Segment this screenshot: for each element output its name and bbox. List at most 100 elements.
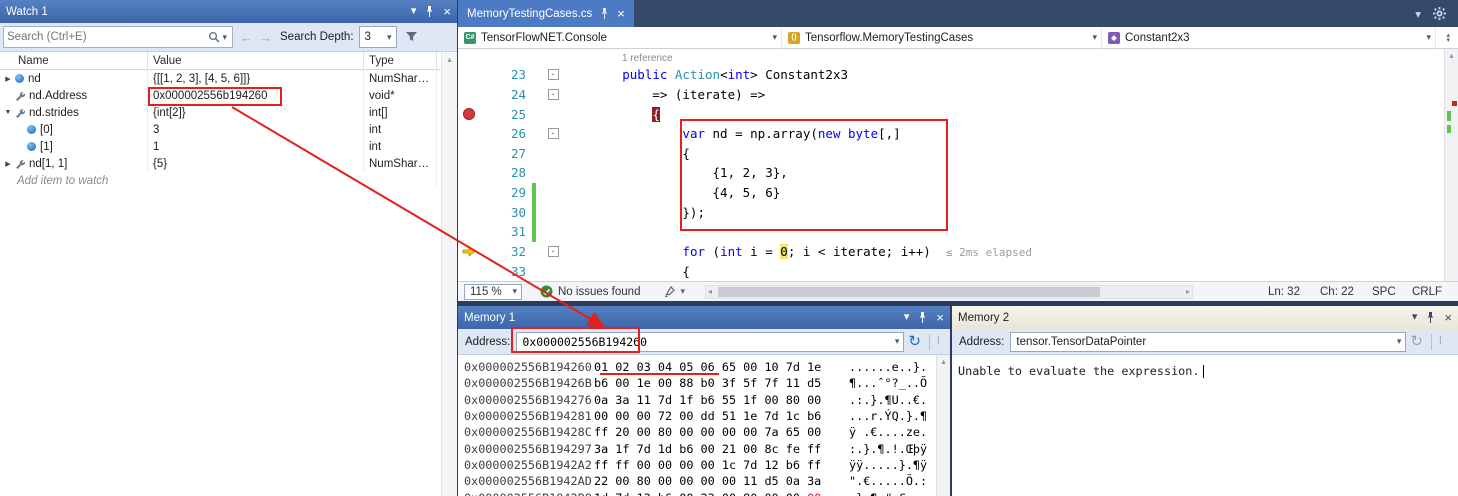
watch-value[interactable]: {int[2]} (148, 104, 364, 121)
member-dropdown[interactable]: ◆ Constant2x3 ▾ (1102, 27, 1436, 49)
search-input-wrap[interactable]: ▾ (3, 26, 233, 48)
scroll-up-icon[interactable]: ▴ (447, 55, 451, 64)
collapse-region-icon[interactable]: - (548, 128, 559, 139)
toolbar-options-icon[interactable]: ⁞ (934, 336, 943, 347)
watch-titlebar[interactable]: Watch 1 ▾ × (0, 0, 457, 23)
memory-row[interactable]: 0x000002556B1942760a 3a 11 7d 1f b6 55 1… (458, 392, 950, 408)
memory2-content[interactable]: Unable to evaluate the expression. (952, 355, 1458, 496)
search-depth-combo[interactable]: 3 ▾ (359, 26, 397, 48)
watch-add-row[interactable]: Add item to watch (0, 172, 457, 189)
watch-row[interactable]: ▶nd[1, 1]{5}NumShar… (0, 155, 457, 172)
close-icon[interactable]: × (443, 5, 451, 18)
memory1-titlebar[interactable]: Memory 1 ▾ × (458, 306, 950, 329)
memory-row[interactable]: 0x000002556B1942AD22 00 80 00 00 00 00 1… (458, 473, 950, 489)
memory-row[interactable]: 0x000002556B1942A2ff ff 00 00 00 00 1c 7… (458, 457, 950, 473)
watch-name-cell[interactable]: ▶nd (0, 70, 148, 87)
code-line[interactable]: 23- public Action<int> Constant2x3 (458, 65, 1458, 85)
pin-icon[interactable] (425, 6, 434, 17)
watch-name-cell[interactable]: [0] (0, 121, 148, 138)
memory1-content[interactable]: 0x000002556B19426001 02 03 04 05 06 65 0… (458, 355, 950, 496)
code-line[interactable]: 31 (458, 222, 1458, 242)
collapse-region-icon[interactable]: - (548, 246, 559, 257)
refresh-icon[interactable]: ↻ (1406, 334, 1427, 349)
watch-value[interactable]: {5} (148, 155, 364, 172)
address-input[interactable] (522, 335, 892, 349)
close-icon[interactable]: × (617, 6, 625, 21)
window-position-icon[interactable]: ▾ (1412, 312, 1418, 323)
code-line[interactable]: 27 { (458, 144, 1458, 164)
address-combo[interactable]: ▾ (516, 332, 904, 352)
watch-row[interactable]: nd.Address0x000002556b194260void* (0, 87, 457, 104)
refresh-icon[interactable]: ↻ (904, 334, 925, 349)
search-next-icon[interactable]: → (259, 30, 272, 45)
watch-scrollbar[interactable]: ▴ (441, 52, 457, 496)
search-icon[interactable] (208, 31, 220, 43)
gear-icon[interactable] (1433, 7, 1446, 20)
filter-icon[interactable] (405, 31, 418, 43)
code-line[interactable]: 32- for (int i = 0; i < iterate; i++) ≤ … (458, 242, 1458, 262)
watch-column-headers[interactable]: Name Value Type (0, 52, 457, 70)
scroll-up-icon[interactable]: ▴ (941, 357, 945, 366)
watch-name-cell[interactable]: ▼nd.strides (0, 104, 148, 121)
split-window-icon[interactable]: ▴▾ (1438, 33, 1458, 43)
watch-value[interactable]: {[[1, 2, 3], [4, 5, 6]]} (148, 70, 364, 87)
collapse-icon[interactable]: ▼ (3, 109, 13, 116)
add-item-to-watch[interactable]: Add item to watch (0, 172, 437, 189)
type-dropdown[interactable]: {} Tensorflow.MemoryTestingCases ▾ (782, 27, 1102, 49)
memory1-scrollbar[interactable]: ▴ (936, 355, 950, 496)
watch-value[interactable]: 0x000002556b194260 (148, 87, 364, 104)
watch-name-cell[interactable]: [1] (0, 138, 148, 155)
window-position-icon[interactable]: ▾ (411, 6, 417, 17)
watch-name-cell[interactable]: nd.Address (0, 87, 148, 104)
search-prev-icon[interactable]: ← (240, 30, 253, 45)
search-options-chevron-icon[interactable]: ▾ (220, 32, 229, 43)
document-tab[interactable]: MemoryTestingCases.cs × (458, 0, 634, 27)
watch-name-cell[interactable]: ▶nd[1, 1] (0, 155, 148, 172)
column-header-type[interactable]: Type (364, 52, 437, 69)
code-line[interactable]: 26- var nd = np.array(new byte[,] (458, 124, 1458, 144)
code-editor[interactable]: 1 reference 23- public Action<int> Const… (458, 49, 1458, 281)
watch-value[interactable]: 1 (148, 138, 364, 155)
current-statement-arrow-icon[interactable] (458, 246, 480, 257)
pin-icon[interactable] (600, 8, 609, 19)
code-cleanup-button[interactable]: ▾ (664, 286, 685, 298)
watch-row[interactable]: [1]1int (0, 138, 457, 155)
scroll-right-icon[interactable]: ▸ (1184, 287, 1192, 296)
column-header-value[interactable]: Value (148, 52, 364, 69)
code-line[interactable]: 29 {4, 5, 6} (458, 183, 1458, 203)
window-position-icon[interactable]: ▾ (904, 312, 910, 323)
search-input[interactable] (7, 31, 208, 43)
column-header-name[interactable]: Name (0, 52, 148, 69)
expand-icon[interactable]: ▶ (3, 160, 13, 168)
memory-row[interactable]: 0x000002556B19428Cff 20 00 80 00 00 00 0… (458, 424, 950, 440)
memory-row[interactable]: 0x000002556B1942973a 1f 7d 1d b6 00 21 0… (458, 440, 950, 456)
tab-list-chevron-icon[interactable]: ▾ (1415, 7, 1421, 21)
watch-row[interactable]: ▶nd{[[1, 2, 3], [4, 5, 6]]}NumShar… (0, 70, 457, 87)
expand-icon[interactable]: ▶ (3, 75, 13, 83)
issues-indicator[interactable]: No issues found (540, 285, 640, 298)
horizontal-scrollbar[interactable]: ◂ ▸ (705, 285, 1193, 299)
collapse-region-icon[interactable]: - (548, 89, 559, 100)
pin-icon[interactable] (1426, 312, 1435, 323)
code-line[interactable]: 33 { (458, 261, 1458, 281)
breakpoint-icon[interactable] (458, 108, 480, 120)
watch-row[interactable]: [0]3int (0, 121, 457, 138)
watch-row[interactable]: ▼nd.strides{int[2]}int[] (0, 104, 457, 121)
memory-row[interactable]: 0x000002556B1942B81d 7d 13 b6 00 23 00 8… (458, 489, 950, 496)
memory-row[interactable]: 0x000002556B19426001 02 03 04 05 06 65 0… (458, 359, 950, 375)
code-line[interactable]: 28 {1, 2, 3}, (458, 163, 1458, 183)
memory2-titlebar[interactable]: Memory 2 ▾ × (952, 306, 1458, 329)
close-icon[interactable]: × (1444, 311, 1452, 324)
address-combo[interactable]: tensor.TensorDataPointer ▾ (1010, 332, 1406, 352)
codelens-references[interactable]: 1 reference (458, 53, 673, 65)
scroll-left-icon[interactable]: ◂ (706, 287, 714, 296)
editor-scrollbar[interactable]: ▴ (1444, 49, 1458, 281)
collapse-region-icon[interactable]: - (548, 69, 559, 80)
code-line[interactable]: 25 { (458, 104, 1458, 124)
zoom-combo[interactable]: 115 % ▾ (464, 284, 522, 300)
close-icon[interactable]: × (936, 311, 944, 324)
project-dropdown[interactable]: C# TensorFlowNET.Console ▾ (458, 27, 782, 49)
code-line[interactable]: 24- => (iterate) => (458, 85, 1458, 105)
memory-row[interactable]: 0x000002556B19428100 00 00 72 00 dd 51 1… (458, 408, 950, 424)
memory-row[interactable]: 0x000002556B19426Bb6 00 1e 00 88 b0 3f 5… (458, 375, 950, 391)
